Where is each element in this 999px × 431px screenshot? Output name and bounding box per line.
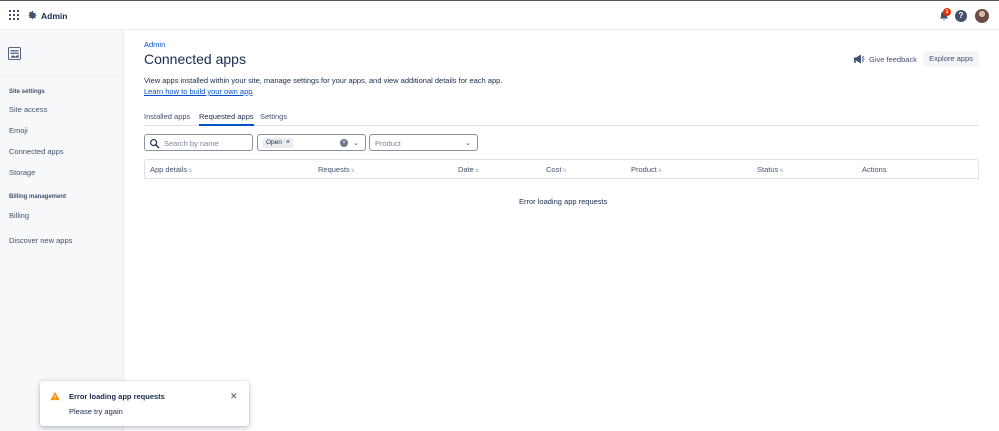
close-icon[interactable]: ✕ (230, 391, 238, 402)
remove-chip-icon[interactable]: × (286, 138, 290, 148)
breadcrumb[interactable]: Admin (144, 40, 165, 49)
help-icon[interactable]: ? (955, 10, 967, 22)
column-header-requests[interactable]: Requests⇅ (318, 165, 355, 174)
learn-link-suffix: . (252, 87, 255, 96)
site-logo-icon[interactable] (8, 47, 21, 60)
search-icon (150, 139, 160, 149)
toast-message: Please try again (69, 407, 123, 416)
table-error-message: Error loading app requests (519, 197, 608, 206)
toast-title: Error loading app requests (69, 392, 165, 401)
page-description: View apps installed within your site, ma… (144, 76, 503, 85)
table-header: App details⇅ Requests⇅ Date⇅ Cost⇅ Produ… (144, 159, 979, 179)
column-header-status[interactable]: Status⇅ (757, 165, 783, 174)
sidebar: Site settings Site access Emoji Connecte… (0, 30, 124, 431)
clear-selection-icon[interactable]: × (340, 139, 348, 147)
tab-requested-apps[interactable]: Requested apps (199, 112, 254, 126)
search-placeholder: Search by name (164, 139, 219, 148)
status-filter-select[interactable]: Open × × ⌄ (257, 134, 366, 151)
sidebar-section-billing-management: Billing management (9, 194, 67, 200)
megaphone-icon (854, 54, 865, 64)
column-header-cost[interactable]: Cost⇅ (546, 165, 567, 174)
tab-installed-apps[interactable]: Installed apps (144, 112, 190, 126)
sidebar-item-emoji[interactable]: Emoji (9, 126, 28, 135)
sidebar-item-billing[interactable]: Billing (9, 211, 29, 220)
explore-apps-button[interactable]: Explore apps (923, 51, 979, 67)
give-feedback-label: Give feedback (869, 54, 917, 64)
sidebar-section-site-settings: Site settings (9, 89, 45, 95)
sidebar-divider (0, 76, 124, 77)
warning-icon (50, 391, 60, 401)
chevron-down-icon[interactable]: ⌄ (353, 139, 359, 147)
product-filter-select[interactable]: Product ⌄ (369, 134, 478, 151)
column-header-date[interactable]: Date⇅ (458, 165, 479, 174)
chevron-down-icon[interactable]: ⌄ (465, 139, 471, 147)
app-title[interactable]: Admin (41, 11, 67, 21)
search-input[interactable]: Search by name (144, 134, 253, 151)
column-header-product[interactable]: Product⇅ (631, 165, 662, 174)
top-navigation-bar: Admin 1 ? (0, 0, 999, 30)
admin-gear-icon (28, 10, 37, 20)
page-title: Connected apps (144, 51, 246, 67)
sidebar-item-discover-new-apps[interactable]: Discover new apps (9, 236, 72, 245)
status-chip-label: Open (266, 139, 282, 146)
give-feedback-button[interactable]: Give feedback (853, 51, 917, 67)
app-switcher-icon[interactable] (9, 10, 19, 20)
column-header-app-details[interactable]: App details⇅ (150, 165, 192, 174)
tab-bar: Installed apps Requested apps Settings (144, 110, 979, 126)
product-placeholder: Product (375, 139, 401, 148)
column-header-actions: Actions (862, 165, 887, 174)
user-avatar[interactable] (975, 9, 989, 23)
notification-badge: 1 (943, 8, 951, 16)
error-toast: Error loading app requests Please try ag… (40, 381, 249, 426)
tab-settings[interactable]: Settings (260, 112, 287, 126)
sidebar-item-connected-apps[interactable]: Connected apps (9, 147, 64, 156)
sidebar-item-site-access[interactable]: Site access (9, 105, 47, 114)
status-chip: Open × (263, 138, 293, 148)
sidebar-item-storage[interactable]: Storage (9, 168, 35, 177)
learn-build-app-link[interactable]: Learn how to build your own app (144, 87, 252, 96)
